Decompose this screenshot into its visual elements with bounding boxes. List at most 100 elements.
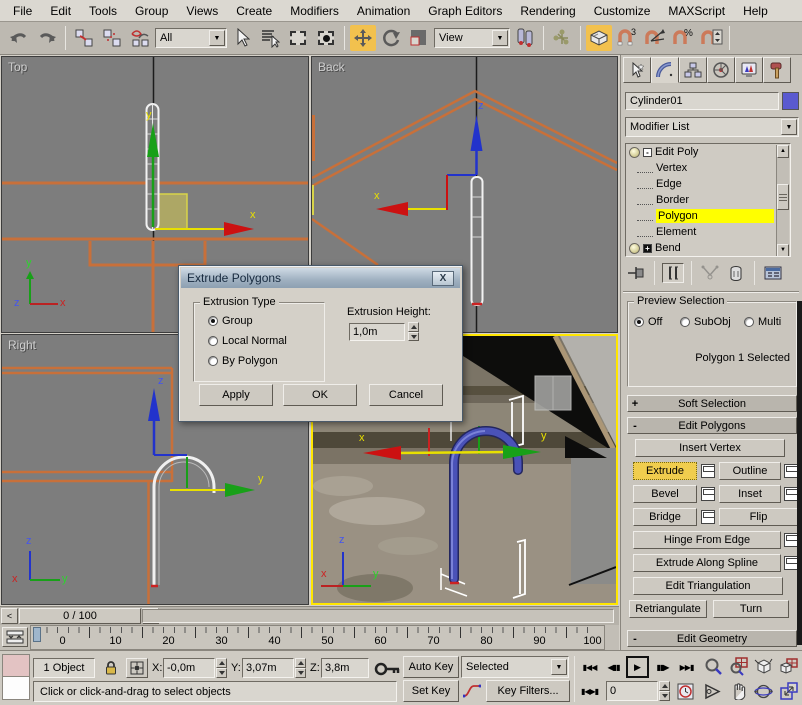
selection-lock-icon[interactable] [100, 658, 122, 678]
menu-item[interactable]: Edit [41, 1, 80, 21]
turn-button[interactable]: Turn [713, 600, 789, 618]
key-mode-toggle-icon[interactable]: ▮◀▶▮ [578, 680, 601, 702]
select-and-move-icon[interactable] [350, 25, 376, 51]
radio-multi[interactable]: Multi [744, 316, 781, 328]
absolute-mode-icon[interactable] [126, 658, 148, 678]
dropdown-arrow-icon[interactable]: ▼ [781, 119, 797, 135]
outline-settings-button[interactable] [784, 464, 798, 478]
tab-utilities[interactable] [763, 57, 791, 83]
show-end-result-icon[interactable] [662, 263, 684, 283]
time-configuration-icon[interactable] [674, 680, 697, 702]
bridge-settings-button[interactable] [701, 510, 715, 524]
object-name-field[interactable] [625, 92, 779, 110]
angle-snap-toggle-icon[interactable] [642, 25, 668, 51]
window-crossing-icon[interactable] [313, 25, 339, 51]
menu-item[interactable]: Help [734, 1, 777, 21]
go-to-start-icon[interactable]: ▮◀◀ [578, 656, 601, 678]
angle-snap-icon[interactable]: 3 [614, 25, 640, 51]
pan-hand-icon[interactable] [726, 679, 751, 703]
snaps-toggle-icon[interactable] [586, 25, 612, 51]
select-and-rotate-icon[interactable] [378, 25, 404, 51]
visibility-bulb-icon[interactable] [629, 243, 640, 254]
panel-scrollbar[interactable] [797, 301, 802, 645]
use-pivot-center-icon[interactable] [512, 25, 538, 51]
rollout-edit-polygons[interactable]: - Edit Polygons [627, 417, 797, 434]
x-spinner[interactable] [216, 658, 227, 678]
percent-snap-icon[interactable]: % [670, 25, 696, 51]
inset-settings-button[interactable] [784, 487, 798, 501]
select-by-name-icon[interactable] [257, 25, 283, 51]
select-and-manipulate-icon[interactable] [549, 25, 575, 51]
zoom-all-icon[interactable] [726, 654, 751, 678]
zoom-extents-icon[interactable] [751, 654, 776, 678]
radio-subobj[interactable]: SubObj [680, 316, 731, 328]
redo-icon[interactable] [34, 25, 60, 51]
frame-spinner[interactable] [659, 681, 670, 701]
key-filters-button[interactable]: Key Filters... [486, 680, 570, 702]
radio-local-normal[interactable]: Local Normal [208, 335, 287, 347]
rollout-edit-geometry[interactable]: - Edit Geometry [627, 630, 797, 647]
time-slider-track[interactable] [142, 609, 614, 623]
tab-create[interactable] [623, 57, 651, 83]
dropdown-arrow-icon[interactable]: ▼ [209, 30, 225, 46]
tab-hierarchy[interactable] [679, 57, 707, 83]
new-key-tangent-icon[interactable] [461, 680, 483, 702]
stack-item-element[interactable]: Element [626, 224, 790, 240]
remove-modifier-icon[interactable] [725, 263, 747, 283]
menu-item[interactable]: Graph Editors [419, 1, 511, 21]
undo-icon[interactable] [6, 25, 32, 51]
dialog-titlebar[interactable]: Extrude Polygons X [181, 268, 460, 288]
select-object-icon[interactable] [229, 25, 255, 51]
selected-filter-dropdown[interactable]: Selected ▼ [461, 656, 569, 678]
pin-stack-icon[interactable] [625, 263, 647, 283]
previous-frame-arrow[interactable]: < [1, 608, 18, 624]
stack-item-bend[interactable]: + Bend [626, 240, 790, 256]
dropdown-arrow-icon[interactable]: ▼ [551, 659, 567, 675]
extrude-along-spline-button[interactable]: Extrude Along Spline [633, 554, 781, 572]
next-frame-icon[interactable]: ▮▮▶ [651, 656, 674, 678]
y-coordinate-field[interactable] [242, 658, 294, 678]
reference-coordinate-dropdown[interactable]: View ▼ [434, 28, 510, 48]
retriangulate-button[interactable]: Retriangulate [629, 600, 707, 618]
extrusion-height-field[interactable] [349, 323, 405, 341]
menu-item[interactable]: Modifiers [281, 1, 348, 21]
extrusion-height-spinner[interactable] [408, 322, 419, 341]
zoom-icon[interactable] [701, 654, 726, 678]
menu-item[interactable]: Group [126, 1, 177, 21]
menu-item[interactable]: Rendering [511, 1, 584, 21]
y-spinner[interactable] [295, 658, 306, 678]
expand-icon[interactable]: + [643, 244, 652, 253]
make-unique-icon[interactable] [699, 263, 721, 283]
menu-item[interactable]: File [4, 1, 41, 21]
menu-item[interactable]: Customize [585, 1, 660, 21]
scroll-thumb[interactable] [777, 184, 789, 210]
current-frame-field[interactable] [606, 681, 658, 701]
previous-frame-icon[interactable]: ◀▮▮ [602, 656, 625, 678]
collapse-icon[interactable]: - [643, 148, 652, 157]
inset-button[interactable]: Inset [719, 485, 781, 503]
time-slider-handle[interactable]: 0 / 100 [19, 608, 141, 624]
unlink-icon[interactable] [99, 25, 125, 51]
object-color-swatch[interactable] [782, 92, 799, 110]
extrude-polygons-dialog[interactable]: Extrude Polygons X Extrusion Type Group … [178, 265, 463, 422]
spinner-snap-icon[interactable] [698, 25, 724, 51]
edit-triangulation-button[interactable]: Edit Triangulation [633, 577, 783, 595]
scroll-up-icon[interactable]: ▲ [777, 145, 789, 158]
bridge-button[interactable]: Bridge [633, 508, 697, 526]
radio-extrusion-group[interactable]: Group [208, 315, 253, 327]
x-coordinate-field[interactable] [163, 658, 215, 678]
bind-to-spacewarp-icon[interactable] [127, 25, 153, 51]
extrude-button[interactable]: Extrude [633, 462, 697, 480]
tab-display[interactable] [735, 57, 763, 83]
dialog-close-icon[interactable]: X [432, 271, 454, 286]
field-of-view-icon[interactable] [701, 679, 726, 703]
selection-region-icon[interactable] [285, 25, 311, 51]
configure-modifier-sets-icon[interactable] [762, 263, 784, 283]
arc-rotate-icon[interactable] [751, 679, 776, 703]
go-to-end-icon[interactable]: ▶▶▮ [675, 656, 698, 678]
zoom-extents-all-icon[interactable] [776, 654, 801, 678]
bevel-button[interactable]: Bevel [633, 485, 697, 503]
set-key-button[interactable]: Set Key [403, 680, 459, 702]
play-icon[interactable]: ▶ [626, 656, 649, 678]
insert-vertex-button[interactable]: Insert Vertex [635, 439, 785, 457]
